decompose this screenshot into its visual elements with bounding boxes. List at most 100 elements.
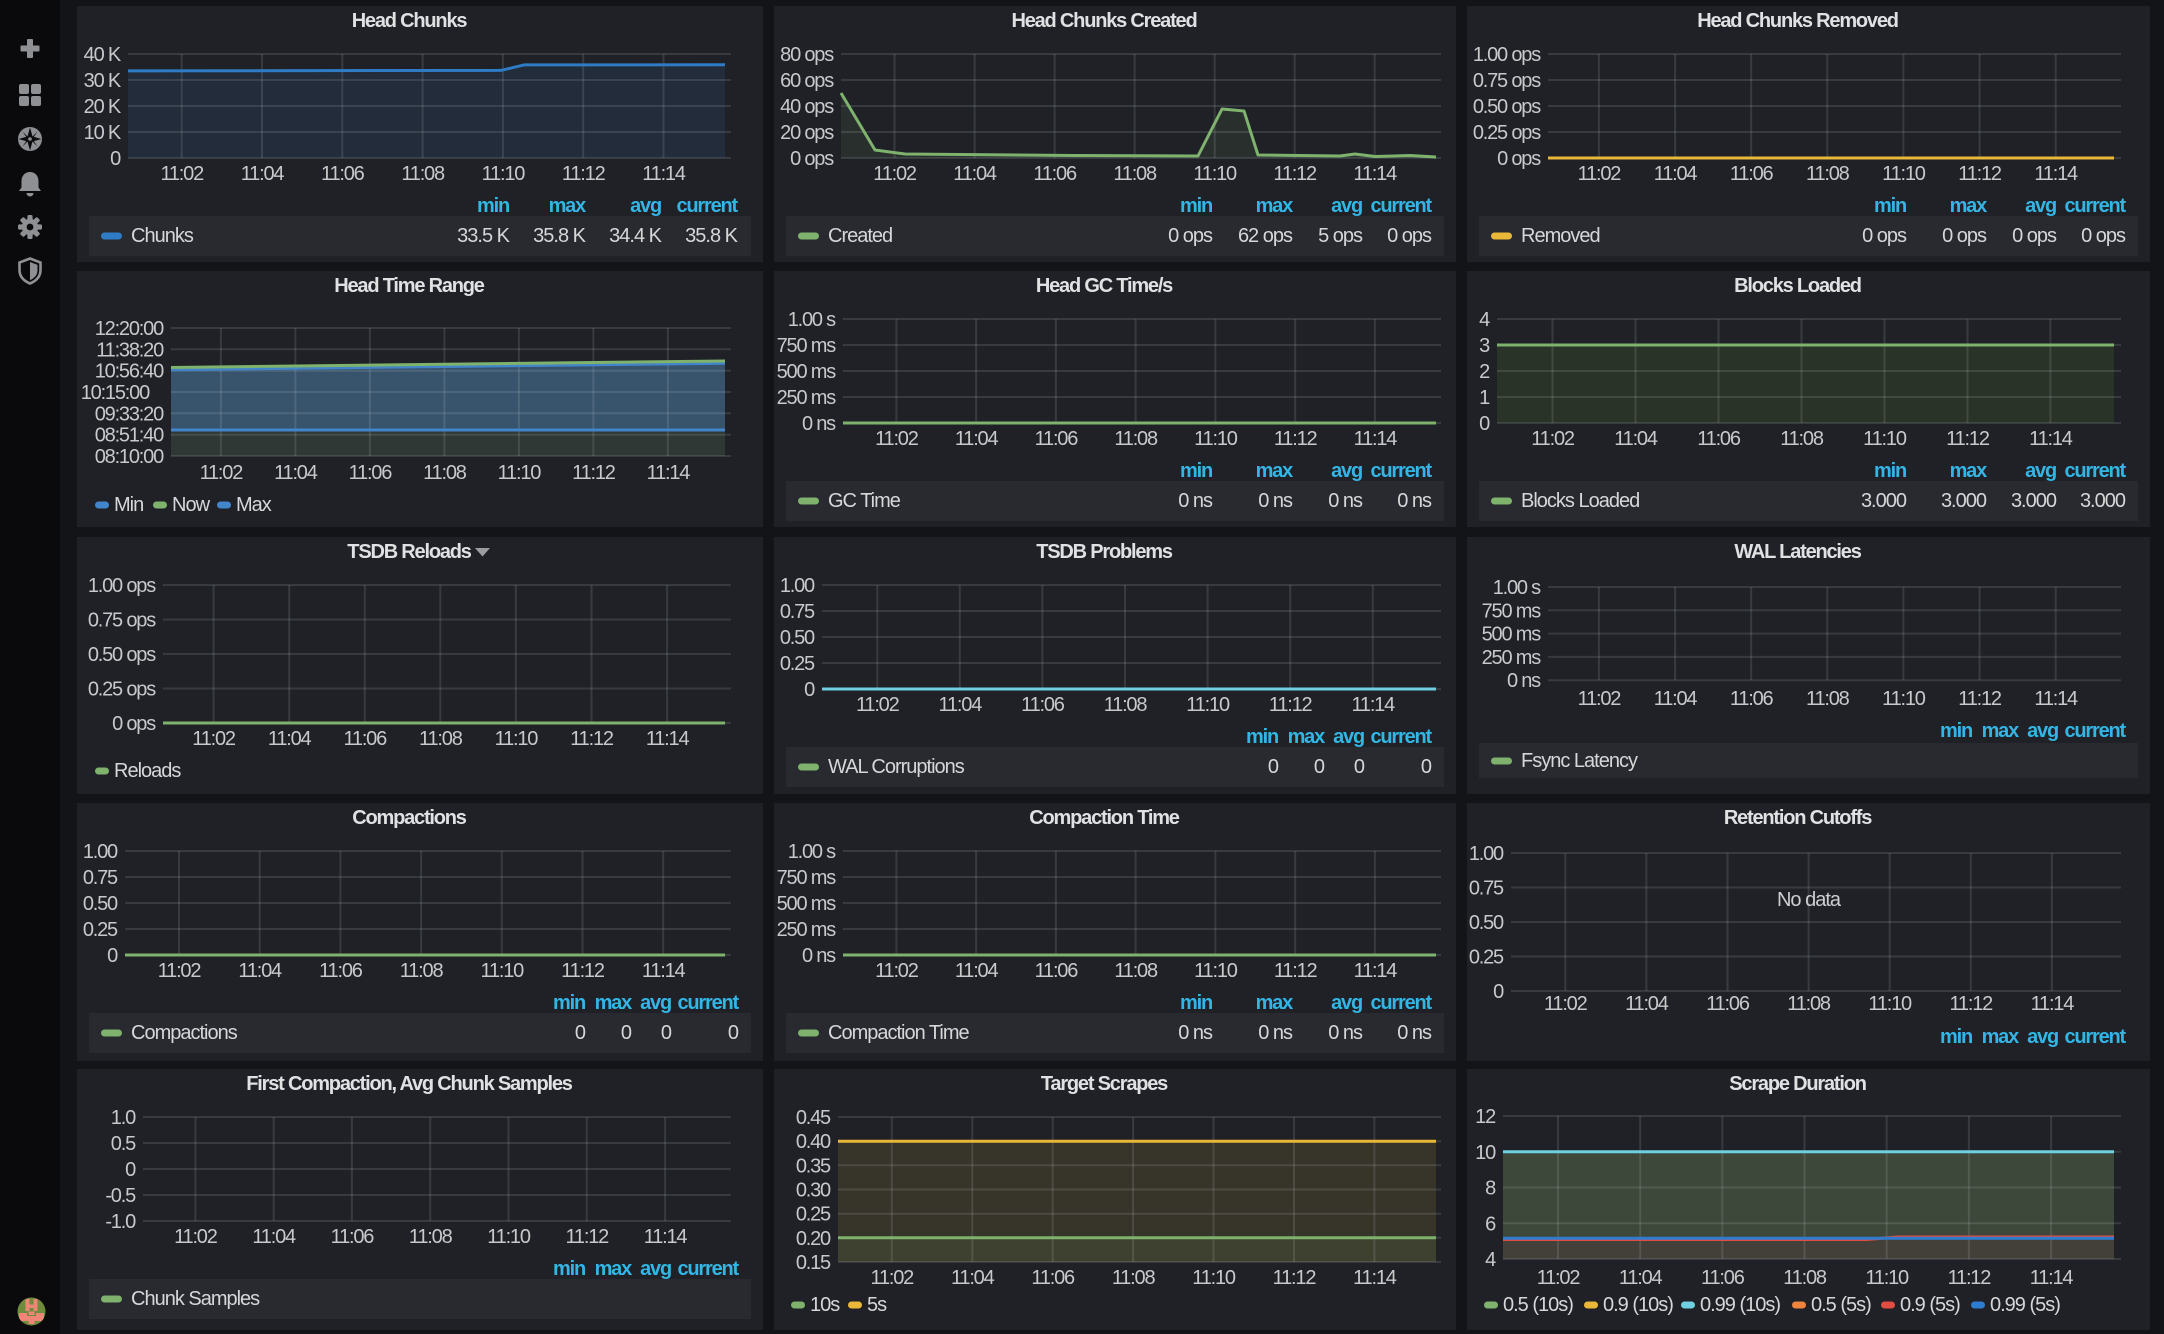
svg-text:08:10:00: 08:10:00 <box>95 446 164 468</box>
svg-text:11:02: 11:02 <box>875 960 919 982</box>
svg-text:11:02: 11:02 <box>174 1226 218 1248</box>
svg-text:11:10: 11:10 <box>1863 428 1907 450</box>
svg-text:20 K: 20 K <box>84 96 122 118</box>
svg-text:0: 0 <box>661 1022 672 1044</box>
svg-text:11:14: 11:14 <box>646 728 690 750</box>
svg-text:500 ms: 500 ms <box>777 361 837 383</box>
svg-text:max: max <box>1982 1026 2020 1048</box>
svg-text:8: 8 <box>1485 1178 1496 1200</box>
svg-text:0.99 (5s): 0.99 (5s) <box>1990 1294 2060 1316</box>
svg-text:Target Scrapes: Target Scrapes <box>1041 1073 1168 1095</box>
svg-text:0: 0 <box>1421 756 1432 778</box>
svg-text:min: min <box>1940 1026 1972 1048</box>
svg-text:0 ops: 0 ops <box>112 713 156 735</box>
svg-text:11:10: 11:10 <box>1192 1267 1236 1289</box>
svg-text:80 ops: 80 ops <box>780 44 834 66</box>
svg-text:11:08: 11:08 <box>1113 163 1157 185</box>
svg-text:0.15: 0.15 <box>796 1252 831 1274</box>
svg-text:11:06: 11:06 <box>1730 688 1774 710</box>
svg-text:11:02: 11:02 <box>1531 428 1575 450</box>
svg-text:1.0: 1.0 <box>111 1107 136 1129</box>
svg-text:11:02: 11:02 <box>1578 688 1622 710</box>
svg-text:First Compaction, Avg Chunk Sa: First Compaction, Avg Chunk Samples <box>246 1073 573 1095</box>
svg-text:11:12: 11:12 <box>1273 1267 1317 1289</box>
svg-text:11:08: 11:08 <box>1783 1267 1827 1289</box>
svg-text:11:08: 11:08 <box>401 163 445 185</box>
svg-text:11:10: 11:10 <box>1193 163 1237 185</box>
svg-text:11:12: 11:12 <box>1274 428 1318 450</box>
svg-text:11:02: 11:02 <box>875 428 919 450</box>
svg-text:max: max <box>595 992 633 1014</box>
svg-text:11:06: 11:06 <box>1035 960 1079 982</box>
svg-text:35.8 K: 35.8 K <box>533 225 586 247</box>
svg-text:11:10: 11:10 <box>1868 993 1912 1015</box>
svg-text:Compactions: Compactions <box>131 1022 238 1044</box>
svg-text:0 ns: 0 ns <box>1178 1022 1213 1044</box>
svg-text:1.00: 1.00 <box>83 841 118 863</box>
svg-text:11:04: 11:04 <box>268 728 312 750</box>
svg-text:20 ops: 20 ops <box>780 122 834 144</box>
svg-text:11:12: 11:12 <box>1274 960 1318 982</box>
svg-text:11:06: 11:06 <box>321 163 365 185</box>
svg-text:current: current <box>677 1258 739 1280</box>
svg-text:09:33:20: 09:33:20 <box>95 403 164 425</box>
svg-text:0 ns: 0 ns <box>1258 490 1293 512</box>
svg-text:0.20: 0.20 <box>796 1228 831 1250</box>
svg-text:min: min <box>1874 195 1906 217</box>
svg-text:0 ns: 0 ns <box>1397 490 1432 512</box>
svg-text:1.00 s: 1.00 s <box>788 309 836 331</box>
svg-text:Min: Min <box>114 494 143 516</box>
svg-text:0.9 (10s): 0.9 (10s) <box>1603 1294 1673 1316</box>
svg-text:0.75 ops: 0.75 ops <box>1473 70 1541 92</box>
svg-text:11:14: 11:14 <box>1353 1267 1397 1289</box>
svg-text:GC Time: GC Time <box>828 490 901 512</box>
svg-text:11:14: 11:14 <box>1354 428 1398 450</box>
svg-text:0.5 (5s): 0.5 (5s) <box>1811 1294 1871 1316</box>
svg-text:11:10: 11:10 <box>1194 960 1238 982</box>
svg-text:min: min <box>1180 195 1212 217</box>
svg-text:11:08: 11:08 <box>1787 993 1831 1015</box>
svg-text:11:06: 11:06 <box>1701 1267 1745 1289</box>
svg-text:0: 0 <box>125 1159 136 1181</box>
svg-text:avg: avg <box>2025 195 2056 217</box>
svg-text:Head GC Time/s: Head GC Time/s <box>1036 275 1173 297</box>
svg-text:11:06: 11:06 <box>1730 163 1774 185</box>
svg-text:0.75 ops: 0.75 ops <box>88 610 156 632</box>
svg-text:0 ns: 0 ns <box>1178 490 1213 512</box>
svg-text:current: current <box>1370 195 1432 217</box>
svg-text:avg: avg <box>640 1258 671 1280</box>
svg-text:Head Chunks Removed: Head Chunks Removed <box>1697 10 1898 32</box>
svg-text:40 ops: 40 ops <box>780 96 834 118</box>
svg-text:0.5: 0.5 <box>111 1133 136 1155</box>
svg-text:11:14: 11:14 <box>2034 688 2078 710</box>
svg-text:0: 0 <box>804 679 815 701</box>
svg-text:11:12: 11:12 <box>562 163 606 185</box>
svg-text:1.00 ops: 1.00 ops <box>88 575 156 597</box>
svg-text:0 ops: 0 ops <box>1168 225 1213 247</box>
svg-text:11:08: 11:08 <box>1806 163 1850 185</box>
svg-text:TSDB Problems: TSDB Problems <box>1036 541 1173 563</box>
svg-text:min: min <box>1940 720 1972 742</box>
svg-text:2: 2 <box>1479 361 1490 383</box>
svg-text:11:06: 11:06 <box>349 462 393 484</box>
svg-text:0 ns: 0 ns <box>1397 1022 1432 1044</box>
svg-text:Scrape Duration: Scrape Duration <box>1729 1073 1865 1095</box>
svg-text:0.75: 0.75 <box>83 867 118 889</box>
svg-text:avg: avg <box>640 992 671 1014</box>
svg-text:6: 6 <box>1485 1213 1496 1235</box>
svg-text:11:14: 11:14 <box>644 1226 688 1248</box>
svg-text:avg: avg <box>1331 992 1362 1014</box>
svg-text:11:08: 11:08 <box>423 462 467 484</box>
svg-text:500 ms: 500 ms <box>1482 624 1542 646</box>
svg-text:11:12: 11:12 <box>1948 1267 1992 1289</box>
svg-text:current: current <box>2064 195 2126 217</box>
svg-text:12: 12 <box>1475 1106 1496 1128</box>
svg-text:max: max <box>1288 726 1326 748</box>
svg-text:11:38:20: 11:38:20 <box>96 339 164 361</box>
svg-text:10:56:40: 10:56:40 <box>95 361 164 383</box>
svg-text:11:10: 11:10 <box>487 1226 531 1248</box>
svg-text:1.00 ops: 1.00 ops <box>1473 44 1541 66</box>
svg-text:500 ms: 500 ms <box>777 893 837 915</box>
svg-text:WAL Latencies: WAL Latencies <box>1734 541 1861 563</box>
svg-text:1.00: 1.00 <box>1469 843 1504 865</box>
